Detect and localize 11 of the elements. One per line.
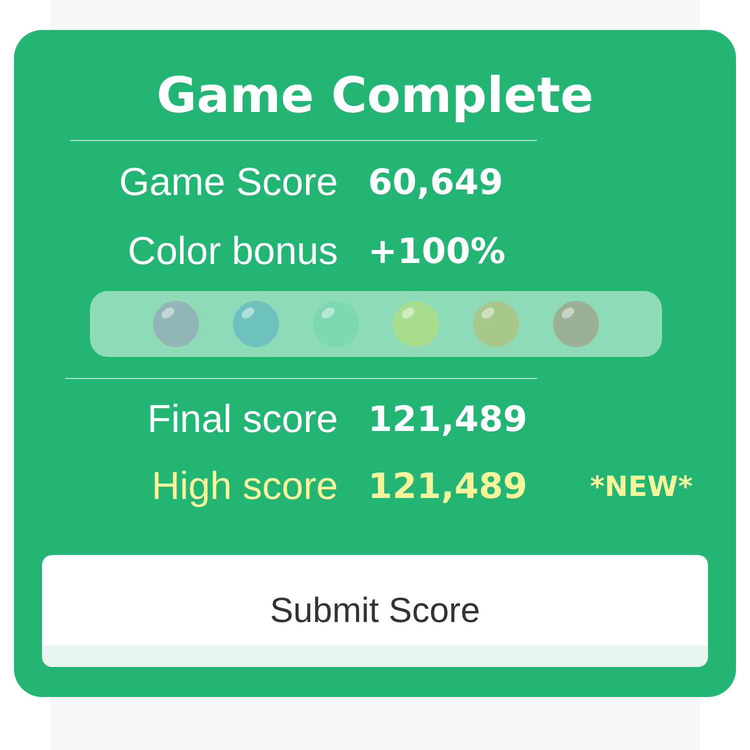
card-title: Game Complete — [155, 68, 595, 124]
new-label: *NEW* — [590, 470, 693, 504]
score-value: 60,649 — [368, 162, 504, 205]
score-value: +100% — [368, 231, 506, 274]
score-label: High score — [150, 464, 338, 510]
score-value: 121,489 — [368, 466, 528, 509]
score-label: Color bonus — [126, 229, 338, 275]
score-value: 121,489 — [368, 399, 528, 442]
score-label: Final score — [146, 397, 338, 443]
submit-score-button[interactable]: Submit Score — [42, 555, 708, 667]
score-label: Game Score — [118, 160, 338, 206]
